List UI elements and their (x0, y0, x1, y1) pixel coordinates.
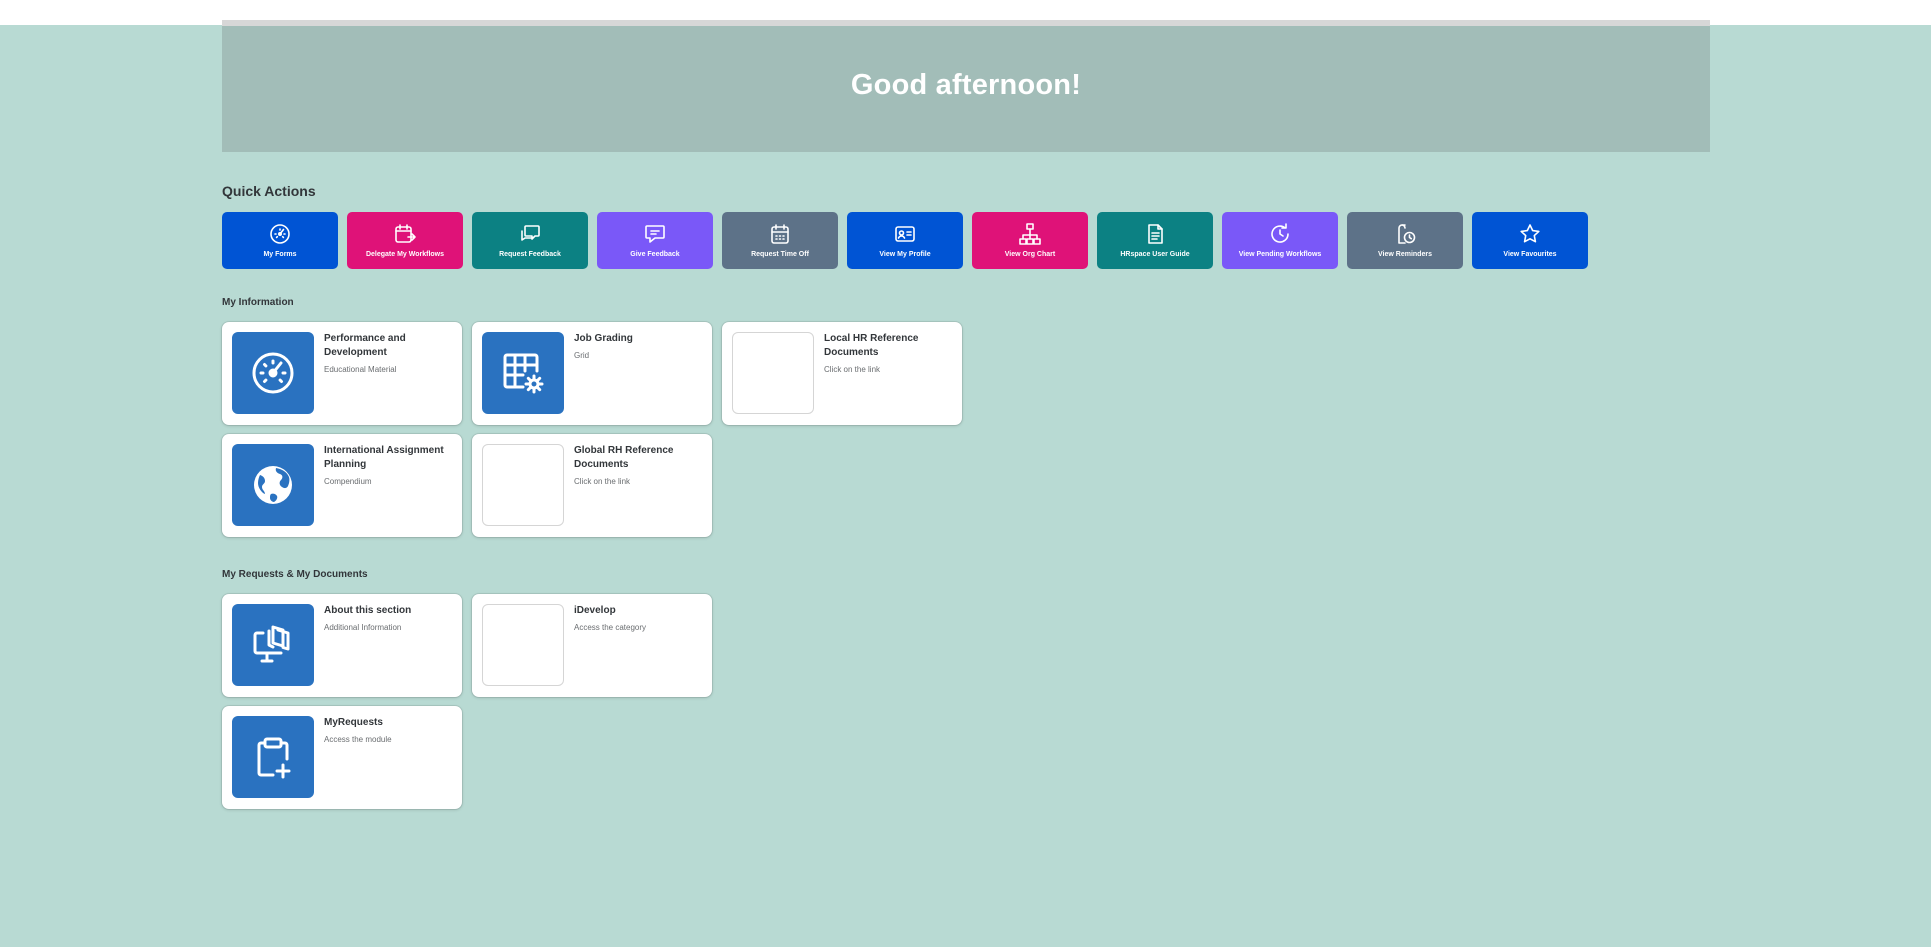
table-settings-icon (503, 353, 544, 394)
quick-action-my-forms[interactable]: My Forms (222, 212, 338, 269)
quick-action-label: View Reminders (1378, 251, 1432, 258)
quick-action-label: Request Time Off (751, 251, 809, 258)
tile-subtitle: Grid (574, 351, 590, 360)
tile-icon-placeholder (482, 604, 564, 686)
tile-icon-box (232, 444, 314, 526)
tile-title: Performance and Development (324, 333, 406, 358)
tile-subtitle: Educational Material (324, 365, 397, 374)
tile-icon-placeholder (732, 332, 814, 414)
my-requests-title: My Requests & My Documents (222, 569, 368, 580)
tile-subtitle: Access the category (574, 623, 647, 632)
quick-action-view-favourites[interactable]: View Favourites (1472, 212, 1588, 269)
calendar-delegate-icon (395, 224, 416, 243)
quick-action-label: View Org Chart (1004, 251, 1056, 258)
tile-title: Job Grading (574, 333, 633, 344)
welcome-banner: Good afternoon! (222, 20, 1710, 152)
star-icon (1520, 224, 1540, 243)
calendar-icon (771, 224, 789, 244)
quick-action-request-feedback[interactable]: Request Feedback (472, 212, 588, 269)
tile-icon-box (232, 716, 314, 798)
tile-icon-box (232, 604, 314, 686)
quick-action-label: Delegate My Workflows (365, 251, 445, 258)
tile-title: International Assignment Planning (324, 445, 444, 470)
refresh-clock-icon (1271, 223, 1289, 243)
tile-subtitle: Compendium (324, 477, 372, 486)
tile-icon-placeholder (482, 444, 564, 526)
tile-about-section[interactable]: About this section Additional Informatio… (222, 594, 462, 697)
quick-action-view-org-chart[interactable]: View Org Chart (972, 212, 1088, 269)
clipboard-add-icon (257, 737, 291, 779)
globe-icon (254, 466, 292, 504)
quick-action-pending-workflows[interactable]: View Pending Workflows (1222, 212, 1338, 269)
quick-actions-row: My Forms Delegate My Workflows Request F… (222, 212, 1710, 269)
quick-action-label: View My Profile (879, 251, 931, 258)
quick-action-user-guide[interactable]: HRspace User Guide (1097, 212, 1213, 269)
tile-icon-box (232, 332, 314, 414)
tile-idevelop[interactable]: iDevelop Access the category (472, 594, 712, 697)
quick-action-label: View Pending Workflows (1238, 251, 1322, 258)
message-icon (645, 225, 665, 243)
tile-title: About this section (324, 605, 412, 616)
tile-subtitle: Additional Information (324, 623, 402, 632)
tile-icon-box (482, 332, 564, 414)
id-card-icon (895, 226, 915, 242)
gauge-icon (252, 352, 294, 394)
tile-title: MyRequests (324, 717, 383, 728)
tile-my-requests[interactable]: MyRequests Access the module (222, 706, 462, 809)
tile-title: Local HR Reference Documents (824, 333, 919, 358)
document-icon (1148, 224, 1163, 244)
quick-action-label: View Favourites (1503, 251, 1557, 258)
tile-title: Global RH Reference Documents (574, 445, 674, 470)
tile-global-rh-documents[interactable]: Global RH Reference Documents Click on t… (472, 434, 712, 537)
my-information-grid: Performance and Development Educational … (222, 322, 1710, 537)
my-information-title: My Information (222, 297, 294, 308)
tile-subtitle: Access the module (324, 735, 392, 744)
my-requests-grid: About this section Additional Informatio… (222, 594, 1710, 809)
tile-international-assignment[interactable]: International Assignment Planning Compen… (222, 434, 462, 537)
quick-action-view-reminders[interactable]: View Reminders (1347, 212, 1463, 269)
greeting-title: Good afternoon! (850, 68, 1082, 101)
quick-action-label: Request Feedback (499, 251, 561, 258)
tile-subtitle: Click on the link (824, 365, 881, 374)
tile-subtitle: Click on the link (574, 477, 631, 486)
grid-spacer (722, 594, 962, 697)
quick-action-request-time-off[interactable]: Request Time Off (722, 212, 838, 269)
tile-title: iDevelop (574, 605, 616, 616)
quick-action-label: HRspace User Guide (1120, 251, 1190, 258)
quick-action-label: Give Feedback (630, 251, 680, 258)
quick-action-label: My Forms (263, 251, 297, 258)
tile-local-hr-documents[interactable]: Local HR Reference Documents Click on th… (722, 322, 962, 425)
tile-performance-development[interactable]: Performance and Development Educational … (222, 322, 462, 425)
main-content: Quick Actions My Forms Delegate My Workf… (222, 176, 1710, 809)
quick-action-view-profile[interactable]: View My Profile (847, 212, 963, 269)
quick-action-delegate-workflows[interactable]: Delegate My Workflows (347, 212, 463, 269)
org-chart-icon (1019, 223, 1041, 245)
gauge-icon (270, 224, 290, 244)
monitor-documents-icon (253, 625, 290, 663)
feedback-chat-icon (521, 225, 540, 241)
quick-action-give-feedback[interactable]: Give Feedback (597, 212, 713, 269)
tile-job-grading[interactable]: Job Grading Grid (472, 322, 712, 425)
reminder-icon (1398, 224, 1416, 244)
quick-actions-title: Quick Actions (222, 183, 316, 199)
